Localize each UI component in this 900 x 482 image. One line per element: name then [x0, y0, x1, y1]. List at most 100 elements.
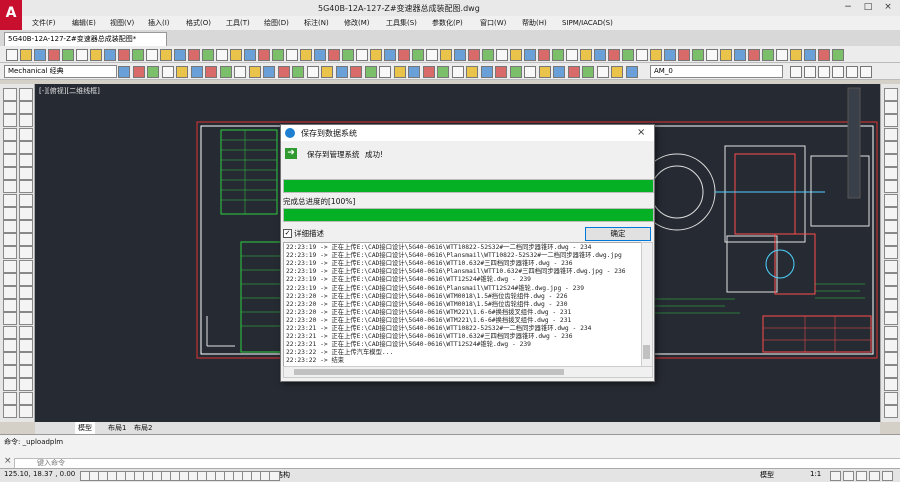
workspace-select[interactable]: Mechanical 经典 — [4, 65, 117, 78]
layout-tab[interactable]: 模型 — [75, 422, 95, 434]
menu-item[interactable]: 帮助(H) — [522, 16, 547, 30]
toolbar-tool-icon[interactable] — [272, 49, 284, 61]
toolbar-tool-icon[interactable] — [495, 66, 507, 78]
toolbar-tool-icon[interactable] — [804, 49, 816, 61]
toolbar-tool-icon[interactable] — [692, 49, 704, 61]
log-horizontal-scrollbar[interactable] — [283, 366, 653, 378]
toolbar-tool-icon[interactable] — [132, 66, 145, 78]
toolbar-tool-icon[interactable] — [860, 66, 872, 78]
close-window-button[interactable]: × — [878, 1, 898, 14]
toolbar-tool-icon[interactable] — [596, 66, 609, 78]
toolbar-tool-icon[interactable] — [205, 66, 217, 78]
draw-tool-icon[interactable] — [3, 88, 17, 101]
menu-item[interactable]: 参数化(P) — [432, 16, 463, 30]
toolbar-tool-icon[interactable] — [451, 66, 464, 78]
toolbar-tool-icon[interactable] — [466, 66, 478, 78]
toolbar-tool-icon[interactable] — [306, 66, 319, 78]
ok-button[interactable]: 确定 — [585, 227, 651, 241]
modify-tool-icon[interactable] — [884, 312, 898, 326]
toolbar-tool-icon[interactable] — [398, 49, 410, 61]
toolbar-tool-icon[interactable] — [230, 49, 242, 61]
toolbar-tool-icon[interactable] — [678, 49, 690, 61]
toolbar-tool-icon[interactable] — [300, 49, 312, 61]
toolbar-tool-icon[interactable] — [314, 49, 326, 61]
toolbar-tool-icon[interactable] — [650, 49, 662, 61]
toolbar-tool-icon[interactable] — [286, 49, 298, 61]
toolbar-tool-icon[interactable] — [818, 49, 830, 61]
draw-tool-icon[interactable] — [3, 114, 17, 128]
file-tab[interactable]: 5G40B-12A-127-Z#变速器总成装配图* — [4, 32, 167, 47]
toolbar-tool-icon[interactable] — [412, 49, 424, 61]
toolbar-tool-icon[interactable] — [468, 49, 480, 61]
draw-tool-icon[interactable] — [3, 286, 17, 299]
menu-item[interactable]: 工具(T) — [226, 16, 250, 30]
draw-tool-icon[interactable] — [19, 365, 33, 379]
modify-tool-icon[interactable] — [884, 114, 898, 128]
draw-tool-icon[interactable] — [19, 193, 33, 207]
draw-tool-icon[interactable] — [3, 193, 17, 207]
draw-tool-icon[interactable] — [19, 88, 33, 101]
toolbar-tool-icon[interactable] — [804, 66, 816, 78]
toolbar-tool-icon[interactable] — [216, 49, 228, 61]
dialog-close-button[interactable]: × — [637, 127, 645, 138]
draw-tool-icon[interactable] — [3, 220, 17, 233]
toolbar-tool-icon[interactable] — [734, 49, 746, 61]
modify-tool-icon[interactable] — [884, 325, 898, 339]
modify-tool-icon[interactable] — [884, 272, 898, 286]
draw-tool-icon[interactable] — [3, 391, 17, 405]
toolbar-tool-icon[interactable] — [356, 49, 368, 61]
toolbar-tool-icon[interactable] — [202, 49, 214, 61]
toolbar-tool-icon[interactable] — [321, 66, 333, 78]
modify-tool-icon[interactable] — [884, 220, 898, 233]
draw-tool-icon[interactable] — [19, 127, 33, 141]
toolbar-tool-icon[interactable] — [132, 49, 144, 61]
draw-tool-icon[interactable] — [19, 352, 33, 365]
toolbar-tool-icon[interactable] — [147, 66, 159, 78]
menu-item[interactable]: 视图(V) — [110, 16, 134, 30]
log-hscroll-thumb[interactable] — [294, 369, 564, 375]
toolbar-tool-icon[interactable] — [393, 66, 406, 78]
draw-tool-icon[interactable] — [3, 338, 17, 352]
draw-tool-icon[interactable] — [19, 101, 33, 115]
toolbar-tool-icon[interactable] — [509, 66, 522, 78]
toolbar-tool-icon[interactable] — [748, 49, 760, 61]
toolbar-tool-icon[interactable] — [292, 66, 304, 78]
toolbar-tool-icon[interactable] — [538, 66, 551, 78]
toolbar-tool-icon[interactable] — [622, 49, 634, 61]
draw-tool-icon[interactable] — [19, 206, 33, 220]
toolbar-tool-icon[interactable] — [364, 66, 377, 78]
toolbar-tool-icon[interactable] — [790, 49, 802, 61]
modify-tool-icon[interactable] — [884, 193, 898, 207]
draw-tool-icon[interactable] — [19, 233, 33, 247]
toolbar-tool-icon[interactable] — [582, 66, 594, 78]
toolbar-tool-icon[interactable] — [176, 66, 188, 78]
modify-tool-icon[interactable] — [884, 140, 898, 154]
toolbar-tool-icon[interactable] — [160, 49, 172, 61]
toolbar-tool-icon[interactable] — [762, 49, 774, 61]
toolbar-tool-icon[interactable] — [263, 66, 275, 78]
minimize-button[interactable]: − — [838, 1, 858, 14]
draw-tool-icon[interactable] — [19, 220, 33, 233]
draw-tool-icon[interactable] — [3, 140, 17, 154]
toolbar-tool-icon[interactable] — [34, 49, 46, 61]
toolbar-tool-icon[interactable] — [342, 49, 354, 61]
toolbar-tool-icon[interactable] — [553, 66, 565, 78]
toolbar-tool-icon[interactable] — [48, 49, 60, 61]
toolbar-tool-icon[interactable] — [567, 66, 580, 78]
draw-tool-icon[interactable] — [3, 272, 17, 286]
draw-tool-icon[interactable] — [3, 378, 17, 392]
draw-tool-icon[interactable] — [19, 299, 33, 313]
draw-tool-icon[interactable] — [19, 154, 33, 167]
toolbar-tool-icon[interactable] — [174, 49, 186, 61]
draw-tool-icon[interactable] — [19, 391, 33, 405]
toolbar-tool-icon[interactable] — [118, 49, 130, 61]
menu-item[interactable]: 修改(M) — [344, 16, 370, 30]
modify-tool-icon[interactable] — [884, 246, 898, 260]
toolbar-tool-icon[interactable] — [611, 66, 623, 78]
toolbar-tool-icon[interactable] — [90, 49, 102, 61]
draw-tool-icon[interactable] — [19, 259, 33, 273]
toolbar-tool-icon[interactable] — [234, 66, 246, 78]
toolbar-tool-icon[interactable] — [454, 49, 466, 61]
toolbar-tool-icon[interactable] — [104, 49, 116, 61]
draw-tool-icon[interactable] — [3, 299, 17, 313]
